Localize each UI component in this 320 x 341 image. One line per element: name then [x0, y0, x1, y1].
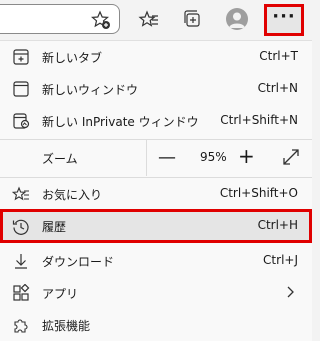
shortcut-label: Ctrl+J: [263, 253, 298, 267]
browser-toolbar: ···: [0, 0, 312, 40]
settings-menu: 新しいタブ Ctrl+T 新しいウィンドウ Ctrl+N 新しい InPriva…: [0, 40, 312, 341]
shortcut-label: Ctrl+Shift+O: [219, 186, 298, 200]
more-icon: ···: [272, 6, 296, 27]
history-icon: [12, 218, 30, 236]
shortcut-label: Ctrl+T: [259, 49, 298, 63]
menu-item-label: 新しい InPrivate ウィンドウ: [42, 115, 199, 129]
chevron-right-icon: [282, 284, 298, 300]
zoom-level: 95%: [200, 150, 227, 164]
fullscreen-icon[interactable]: [282, 148, 300, 166]
menu-item-history[interactable]: 履歴 Ctrl+H: [0, 209, 312, 243]
add-favorite-icon[interactable]: [90, 10, 111, 30]
zoom-label: ズーム: [42, 152, 78, 166]
favorites-bar-icon[interactable]: [138, 8, 160, 30]
extensions-icon: [12, 316, 30, 334]
menu-item-new-inprivate[interactable]: 新しい InPrivate ウィンドウ Ctrl+Shift+N: [0, 105, 312, 137]
menu-item-new-tab[interactable]: 新しいタブ Ctrl+T: [0, 41, 312, 73]
collections-icon[interactable]: [182, 8, 204, 30]
zoom-divider: [146, 140, 147, 176]
menu-item-label: ダウンロード: [42, 255, 115, 269]
menu-item-extensions[interactable]: 拡張機能: [0, 309, 312, 341]
menu-item-label: アプリ: [42, 287, 79, 301]
inprivate-icon: [12, 112, 30, 130]
download-icon: [12, 252, 30, 270]
profile-avatar-icon[interactable]: [226, 8, 248, 30]
menu-item-favorites[interactable]: お気に入り Ctrl+Shift+O: [0, 178, 312, 210]
menu-item-apps[interactable]: アプリ: [0, 277, 312, 309]
shortcut-label: Ctrl+H: [257, 218, 298, 232]
shortcut-label: Ctrl+N: [257, 81, 298, 95]
menu-item-downloads[interactable]: ダウンロード Ctrl+J: [0, 245, 312, 277]
menu-item-label: 新しいタブ: [42, 51, 103, 65]
favorites-icon: [11, 185, 30, 203]
address-bar[interactable]: [0, 4, 120, 34]
settings-and-more-button[interactable]: ···: [264, 4, 304, 36]
menu-item-label: 履歴: [42, 220, 67, 234]
menu-item-new-window[interactable]: 新しいウィンドウ Ctrl+N: [0, 73, 312, 105]
apps-icon: [12, 283, 30, 302]
zoom-in-button[interactable]: +: [238, 146, 255, 166]
menu-item-label: 拡張機能: [42, 319, 91, 333]
menu-item-zoom: ズーム — 95% +: [0, 140, 312, 176]
menu-item-label: 新しいウィンドウ: [42, 83, 139, 97]
shortcut-label: Ctrl+Shift+N: [220, 113, 298, 127]
new-tab-icon: [12, 48, 30, 66]
zoom-out-button[interactable]: —: [158, 148, 176, 168]
new-window-icon: [12, 80, 30, 98]
menu-item-label: お気に入り: [42, 188, 103, 202]
